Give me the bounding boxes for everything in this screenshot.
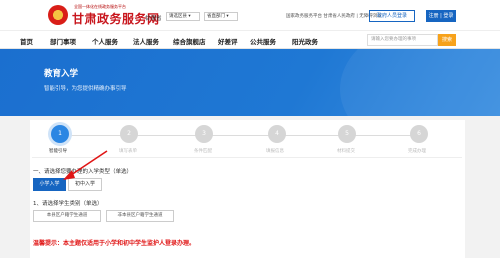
- step-label-2: 填写表单: [119, 149, 137, 154]
- option-local-student[interactable]: 本县区户籍学生通道: [33, 210, 101, 222]
- step-3: 3: [195, 125, 213, 143]
- nav-item-personal[interactable]: 个人服务: [92, 36, 118, 46]
- nav-item-open-government[interactable]: 阳光政务: [292, 36, 318, 46]
- nav-item-dept-matters[interactable]: 部门事项: [50, 36, 76, 46]
- step-label-4: 填报信息: [266, 149, 284, 154]
- page-subtitle: 智能引导，为您提供精确办事引导: [44, 86, 127, 92]
- nav-item-home[interactable]: 首页: [20, 36, 33, 46]
- department-select[interactable]: 省直部门 ▾: [204, 12, 238, 21]
- main-nav: 首页 部门事项 个人服务 法人服务 综合旗舰店 好差评 公共服务 阳光政务 请输…: [0, 30, 500, 49]
- step-label-3: 条件匹配: [194, 149, 212, 154]
- nav-item-public-service[interactable]: 公共服务: [250, 36, 276, 46]
- step-1: 1: [51, 125, 69, 143]
- staff-login-button[interactable]: 政府人员登录: [369, 10, 415, 22]
- warning-notice: 温馨提示：本主题仅适用于小学和初中学生监护人登录办理。: [33, 240, 196, 247]
- step-label-5: 材料提交: [337, 149, 355, 154]
- top-bar: 全国一体化在线政务服务平台 甘肃政务服务网 甘肃省 请选区县 ▾ 省直部门 ▾ …: [0, 0, 500, 30]
- steps-connector: [60, 135, 420, 136]
- page-title: 教育入学: [44, 69, 79, 79]
- step-4: 4: [268, 125, 286, 143]
- region-select[interactable]: 请选区县 ▾: [166, 12, 200, 21]
- annotation-arrow-icon: [63, 150, 108, 180]
- region-label: 甘肃省: [145, 16, 162, 22]
- emblem-logo: [48, 5, 68, 25]
- step-5: 5: [338, 125, 356, 143]
- question-student-category: 1、请选择学生类别（单选）: [33, 201, 103, 207]
- step-6: 6: [410, 125, 428, 143]
- option-nonlocal-student[interactable]: 非本县区户籍学生通道: [106, 210, 174, 222]
- nav-item-flagship[interactable]: 综合旗舰店: [173, 36, 206, 46]
- page-banner: 教育入学 智能引导，为您提供精确办事引导: [0, 49, 500, 116]
- banner-decoration: [340, 49, 500, 116]
- step-label-6: 完成办理: [408, 149, 426, 154]
- top-links[interactable]: 国家政务服务平台 甘肃省人民政府 | 无障碍浏览: [286, 13, 382, 19]
- step-2: 2: [120, 125, 138, 143]
- nav-item-legal-person[interactable]: 法人服务: [133, 36, 159, 46]
- register-login-button[interactable]: 注册 | 登录: [426, 10, 456, 22]
- search-input[interactable]: 请输入您要办理的事项: [367, 34, 438, 46]
- search-button[interactable]: 搜索: [438, 34, 456, 46]
- nav-item-evaluation[interactable]: 好差评: [218, 36, 238, 46]
